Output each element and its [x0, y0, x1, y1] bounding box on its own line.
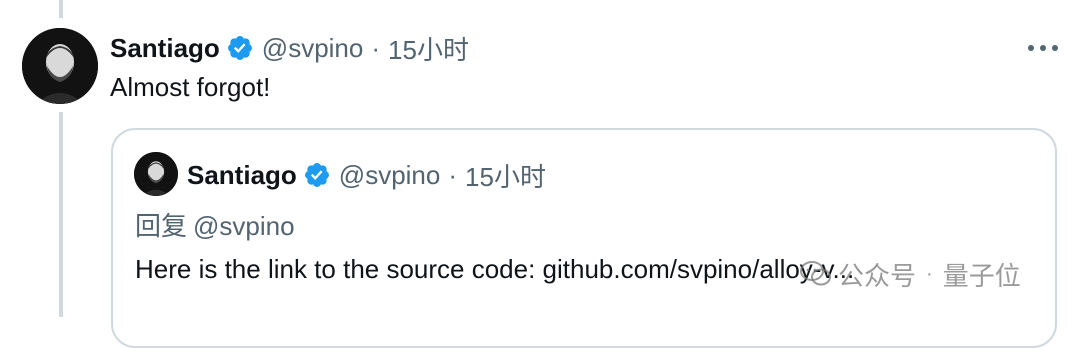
reply-context: 回复 @svpino: [135, 206, 295, 243]
verified-badge-icon: [226, 34, 254, 62]
avatar-image: [22, 28, 98, 104]
tweet-header: Santiago @svpino · 15小时: [110, 30, 469, 66]
timestamp[interactable]: 15小时: [388, 30, 469, 67]
quoted-timestamp: 15小时: [465, 161, 546, 192]
more-options-icon[interactable]: [1028, 36, 1058, 60]
thread-connector-bottom: [59, 112, 63, 317]
watermark-brand: 量子位: [942, 260, 1021, 291]
verified-badge-icon: [303, 161, 331, 189]
watermark: 公众号 · 量子位: [800, 256, 1021, 292]
quoted-tweet-header: Santiago @svpino · 15小时: [187, 158, 546, 192]
tweet-text: Almost forgot!: [110, 72, 271, 102]
wechat-icon: [800, 261, 831, 286]
header-separator: ·: [371, 32, 381, 63]
quoted-author-name: Santiago: [187, 159, 297, 190]
watermark-account: 公众号: [838, 260, 917, 291]
author-handle[interactable]: @svpino: [262, 33, 364, 64]
watermark-separator: ·: [926, 262, 933, 285]
quoted-avatar: [134, 152, 178, 196]
avatar[interactable]: [22, 28, 98, 104]
thread-connector-top: [59, 0, 63, 18]
author-name[interactable]: Santiago: [110, 33, 220, 64]
quoted-avatar-image: [134, 152, 178, 196]
quoted-tweet-text: Here is the link to the source code: git…: [135, 254, 855, 284]
quoted-tweet-card[interactable]: Santiago @svpino · 15小时 回复 @svpino Here i…: [111, 128, 1057, 348]
reply-mention[interactable]: @svpino: [193, 211, 295, 241]
quoted-header-separator: ·: [448, 159, 458, 190]
reply-prefix: 回复: [135, 211, 188, 241]
quoted-author-handle: @svpino: [338, 159, 441, 190]
